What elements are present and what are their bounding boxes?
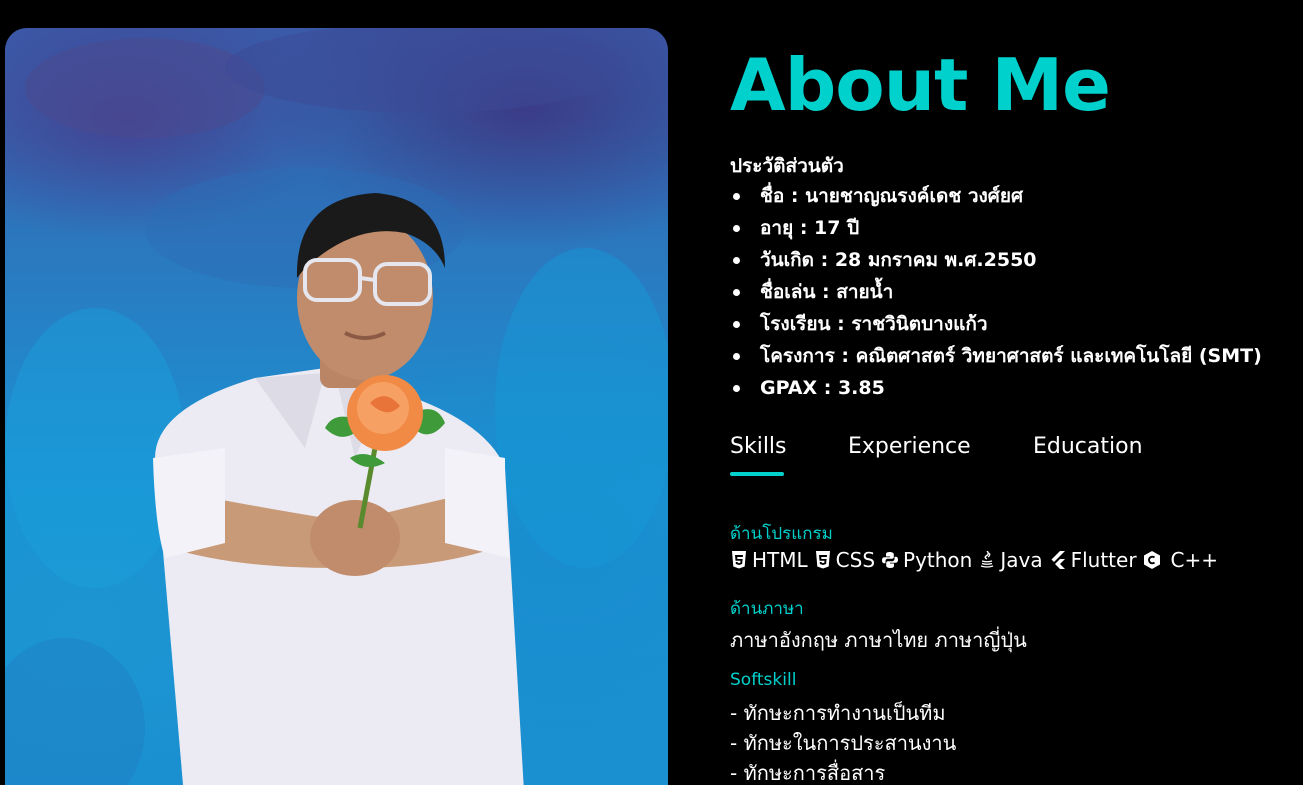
css3-icon bbox=[814, 550, 832, 570]
tab-skills[interactable]: Skills bbox=[730, 430, 848, 476]
skill-python: Python bbox=[881, 548, 972, 572]
bio-item-nickname: ชื่อเล่น : สายน้ำ bbox=[730, 276, 1262, 308]
bullet-icon bbox=[733, 385, 740, 392]
bullet-icon bbox=[733, 257, 740, 264]
bio-heading: ประวัติส่วนตัว bbox=[730, 155, 844, 177]
tab-label: Education bbox=[1033, 434, 1143, 459]
language-label: ด้านภาษา bbox=[730, 599, 804, 619]
bio-item-program: โครงการ : คณิตศาสตร์ วิทยาศาสตร์ และเทคโ… bbox=[730, 340, 1262, 372]
bio-item-label: โรงเรียน : ราชวินิตบางแก้ว bbox=[760, 313, 988, 335]
bio-list: ชื่อ : นายชาญณรงค์เดช วงศ์ยศ อายุ : 17 ป… bbox=[730, 180, 1262, 404]
bio-item-label: อายุ : 17 ปี bbox=[760, 217, 860, 239]
profile-photo bbox=[5, 28, 668, 785]
bullet-icon bbox=[733, 225, 740, 232]
about-page: About Me ประวัติส่วนตัว ชื่อ : นายชาญณรง… bbox=[0, 0, 1303, 785]
page-title: About Me bbox=[730, 43, 1111, 127]
bullet-icon bbox=[733, 353, 740, 360]
skill-label: CSS bbox=[835, 548, 876, 572]
active-tab-underline bbox=[730, 472, 784, 476]
tab-label: Experience bbox=[848, 434, 971, 459]
python-icon bbox=[881, 550, 899, 570]
bio-item-name: ชื่อ : นายชาญณรงค์เดช วงศ์ยศ bbox=[730, 180, 1262, 212]
tab-bar: Skills Experience Education bbox=[730, 430, 1173, 476]
cplusplus-icon bbox=[1143, 550, 1161, 570]
tab-label: Skills bbox=[730, 434, 787, 459]
bio-item-gpax: GPAX : 3.85 bbox=[730, 372, 1262, 404]
softskill-item: - ทักษะการทำงานเป็นทีม bbox=[730, 701, 946, 725]
softskill-label: Softskill bbox=[730, 670, 797, 690]
bullet-icon bbox=[733, 321, 740, 328]
softskill-item: - ทักษะในการประสานงาน bbox=[730, 731, 957, 755]
html5-icon bbox=[730, 550, 748, 570]
bio-item-birthday: วันเกิด : 28 มกราคม พ.ศ.2550 bbox=[730, 244, 1262, 276]
bio-item-label: ชื่อเล่น : สายน้ำ bbox=[760, 281, 894, 303]
bullet-icon bbox=[733, 289, 740, 296]
skill-cplusplus: C++ bbox=[1143, 548, 1218, 572]
skill-css: CSS bbox=[814, 548, 875, 572]
softskill-item: - ทักษะการสื่อสาร bbox=[730, 761, 886, 785]
bio-item-label: โครงการ : คณิตศาสตร์ วิทยาศาสตร์ และเทคโ… bbox=[760, 345, 1262, 367]
portrait-illustration bbox=[5, 28, 668, 785]
softskill-list: - ทักษะการทำงานเป็นทีม - ทักษะในการประสา… bbox=[730, 698, 956, 785]
bio-item-age: อายุ : 17 ปี bbox=[730, 212, 1262, 244]
skill-label: Java bbox=[1000, 548, 1043, 572]
bio-item-label: ชื่อ : นายชาญณรงค์เดช วงศ์ยศ bbox=[760, 185, 1024, 207]
skill-label: Python bbox=[903, 548, 973, 572]
bullet-icon bbox=[733, 193, 740, 200]
skill-java: Java bbox=[978, 548, 1043, 572]
languages-text: ภาษาอังกฤษ ภาษาไทย ภาษาญี่ปุ่น bbox=[730, 628, 1027, 652]
flutter-icon bbox=[1049, 550, 1067, 570]
skill-html: HTML bbox=[730, 548, 808, 572]
tab-experience[interactable]: Experience bbox=[848, 430, 1033, 476]
programming-skills: HTML CSS Python Java Flutter C++ bbox=[730, 548, 1224, 572]
tab-education[interactable]: Education bbox=[1033, 430, 1173, 476]
programming-label: ด้านโปรแกรม bbox=[730, 524, 833, 544]
skill-label: Flutter bbox=[1070, 548, 1137, 572]
bio-item-school: โรงเรียน : ราชวินิตบางแก้ว bbox=[730, 308, 1262, 340]
skill-flutter: Flutter bbox=[1049, 548, 1137, 572]
skill-label: HTML bbox=[752, 548, 808, 572]
bio-item-label: วันเกิด : 28 มกราคม พ.ศ.2550 bbox=[760, 249, 1037, 271]
java-icon bbox=[978, 550, 996, 570]
bio-item-label: GPAX : 3.85 bbox=[760, 377, 885, 399]
skill-label: C++ bbox=[1170, 548, 1219, 572]
